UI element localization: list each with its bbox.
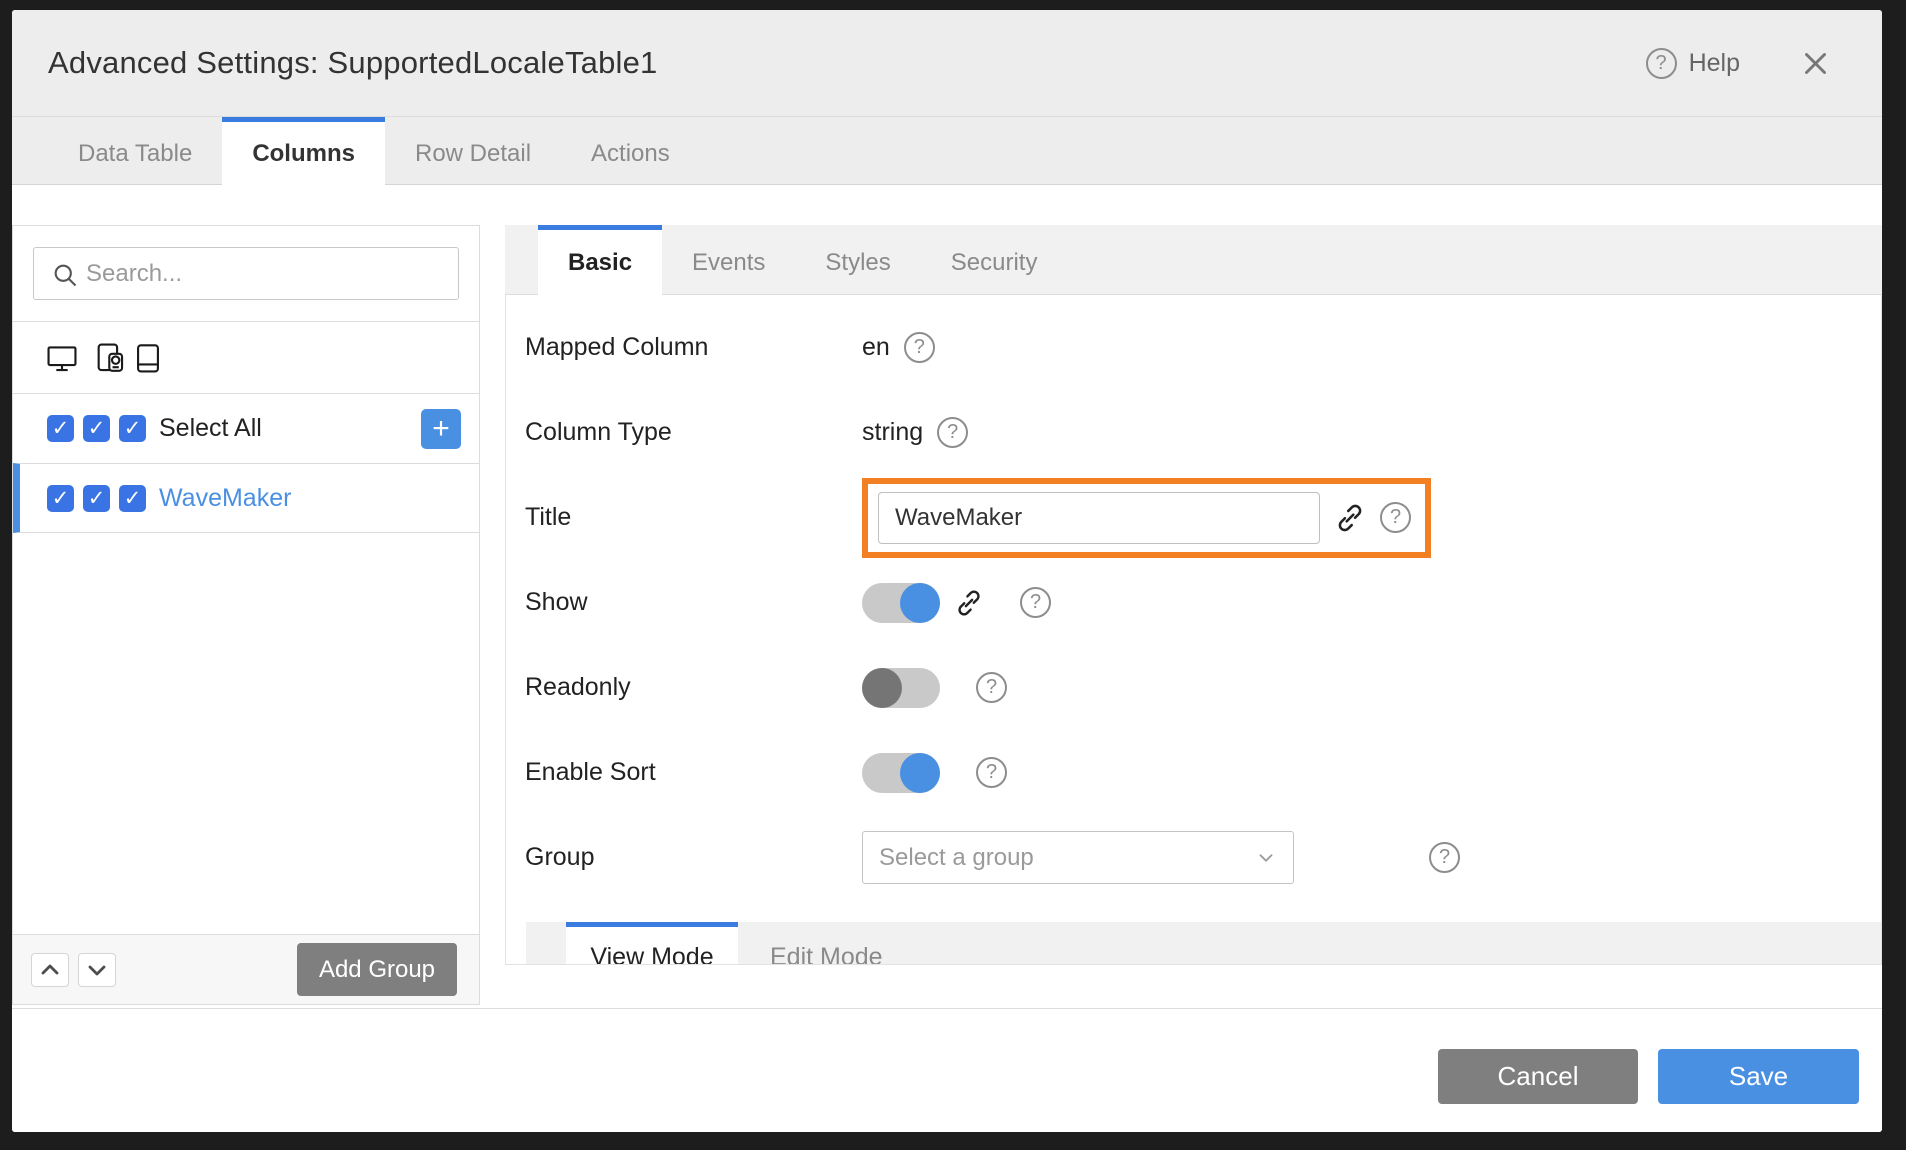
add-group-button[interactable]: Add Group — [297, 943, 457, 996]
help-icon[interactable]: ? — [976, 757, 1007, 788]
device-columns-header — [13, 321, 479, 393]
close-icon[interactable] — [1800, 48, 1830, 78]
help-icon[interactable]: ? — [1380, 502, 1411, 533]
help-icon[interactable]: ? — [1429, 842, 1460, 873]
tab-actions[interactable]: Actions — [561, 117, 700, 185]
group-select-placeholder: Select a group — [879, 844, 1034, 872]
mobile-icon — [131, 341, 165, 375]
bind-link-icon[interactable] — [1334, 502, 1366, 534]
mode-tabbar: View Mode Edit Mode — [526, 922, 1881, 965]
advanced-settings-dialog: Advanced Settings: SupportedLocaleTable1… — [12, 10, 1882, 1132]
columns-list-panel: Select All + WaveMaker Add Group — [12, 225, 480, 1005]
field-group: Group Select a group ? — [525, 815, 1881, 900]
checkbox-tablet-wavemaker[interactable] — [83, 485, 110, 512]
tab-styles[interactable]: Styles — [795, 225, 920, 295]
add-column-button[interactable]: + — [421, 409, 461, 449]
help-label[interactable]: Help — [1689, 49, 1740, 78]
tab-edit-mode[interactable]: Edit Mode — [738, 922, 915, 965]
screen: { "header": { "title": "Advanced Setting… — [0, 0, 1906, 1150]
checkbox-desktop-wavemaker[interactable] — [47, 485, 74, 512]
help-icon[interactable]: ? — [976, 672, 1007, 703]
title-input[interactable] — [878, 492, 1320, 544]
move-down-button[interactable] — [78, 953, 116, 987]
help-icon[interactable]: ? — [904, 332, 935, 363]
column-row-label: WaveMaker — [159, 484, 291, 513]
tab-columns[interactable]: Columns — [222, 117, 385, 185]
field-label: Column Type — [525, 418, 862, 447]
dialog-footer: Cancel Save — [12, 1008, 1882, 1132]
column-properties-panel: Basic Events Styles Security Mapped Colu… — [505, 225, 1882, 965]
bind-link-icon[interactable] — [954, 588, 984, 618]
title-highlight-box: ? — [862, 478, 1431, 558]
select-all-row: Select All + — [13, 393, 479, 463]
enable-sort-toggle[interactable] — [862, 753, 940, 793]
dialog-title: Advanced Settings: SupportedLocaleTable1 — [48, 45, 658, 81]
field-mapped-column: Mapped Column en ? — [525, 305, 1881, 390]
tab-view-mode[interactable]: View Mode — [566, 922, 738, 965]
help-icon[interactable]: ? — [1020, 587, 1051, 618]
search-wrap — [13, 226, 479, 321]
tab-basic[interactable]: Basic — [538, 225, 662, 295]
field-label: Show — [525, 588, 862, 617]
save-button[interactable]: Save — [1658, 1049, 1859, 1104]
move-up-button[interactable] — [31, 953, 69, 987]
desktop-icon — [45, 341, 79, 375]
select-all-label: Select All — [159, 414, 262, 443]
field-column-type: Column Type string ? — [525, 390, 1881, 475]
checkbox-desktop-select-all[interactable] — [47, 415, 74, 442]
field-title: Title ? — [525, 475, 1881, 560]
chevron-down-icon — [1255, 847, 1277, 869]
field-enable-sort: Enable Sort ? — [525, 730, 1881, 815]
checkbox-mobile-select-all[interactable] — [119, 415, 146, 442]
cancel-button[interactable]: Cancel — [1438, 1049, 1638, 1104]
field-show: Show ? — [525, 560, 1881, 645]
basic-tab-content: Mapped Column en ? Column Type string ? … — [505, 295, 1882, 965]
tab-security[interactable]: Security — [921, 225, 1068, 295]
header-actions: ? Help — [1646, 48, 1830, 79]
group-select[interactable]: Select a group — [862, 831, 1294, 884]
readonly-toggle[interactable] — [862, 668, 940, 708]
tab-row-detail[interactable]: Row Detail — [385, 117, 561, 185]
list-panel-footer: Add Group — [13, 934, 479, 1004]
properties-tabbar: Basic Events Styles Security — [505, 225, 1882, 295]
help-button[interactable]: ? Help — [1646, 48, 1740, 79]
field-label: Enable Sort — [525, 758, 862, 787]
help-icon[interactable]: ? — [937, 417, 968, 448]
search-input[interactable] — [33, 247, 459, 300]
help-icon[interactable]: ? — [1646, 48, 1677, 79]
tab-data-table[interactable]: Data Table — [48, 117, 222, 185]
field-readonly: Readonly ? — [525, 645, 1881, 730]
dialog-header: Advanced Settings: SupportedLocaleTable1… — [12, 10, 1882, 116]
mapped-column-value: en — [862, 333, 890, 362]
checkbox-tablet-select-all[interactable] — [83, 415, 110, 442]
column-row-wavemaker[interactable]: WaveMaker — [13, 463, 479, 533]
field-label: Readonly — [525, 673, 862, 702]
column-type-value: string — [862, 418, 923, 447]
tab-events[interactable]: Events — [662, 225, 795, 295]
field-label: Mapped Column — [525, 333, 862, 362]
dialog-tabbar: Data Table Columns Row Detail Actions — [12, 116, 1882, 185]
field-label: Title — [525, 503, 862, 532]
checkbox-mobile-wavemaker[interactable] — [119, 485, 146, 512]
field-label: Group — [525, 843, 862, 872]
show-toggle[interactable] — [862, 583, 940, 623]
tablet-icon — [93, 341, 127, 375]
